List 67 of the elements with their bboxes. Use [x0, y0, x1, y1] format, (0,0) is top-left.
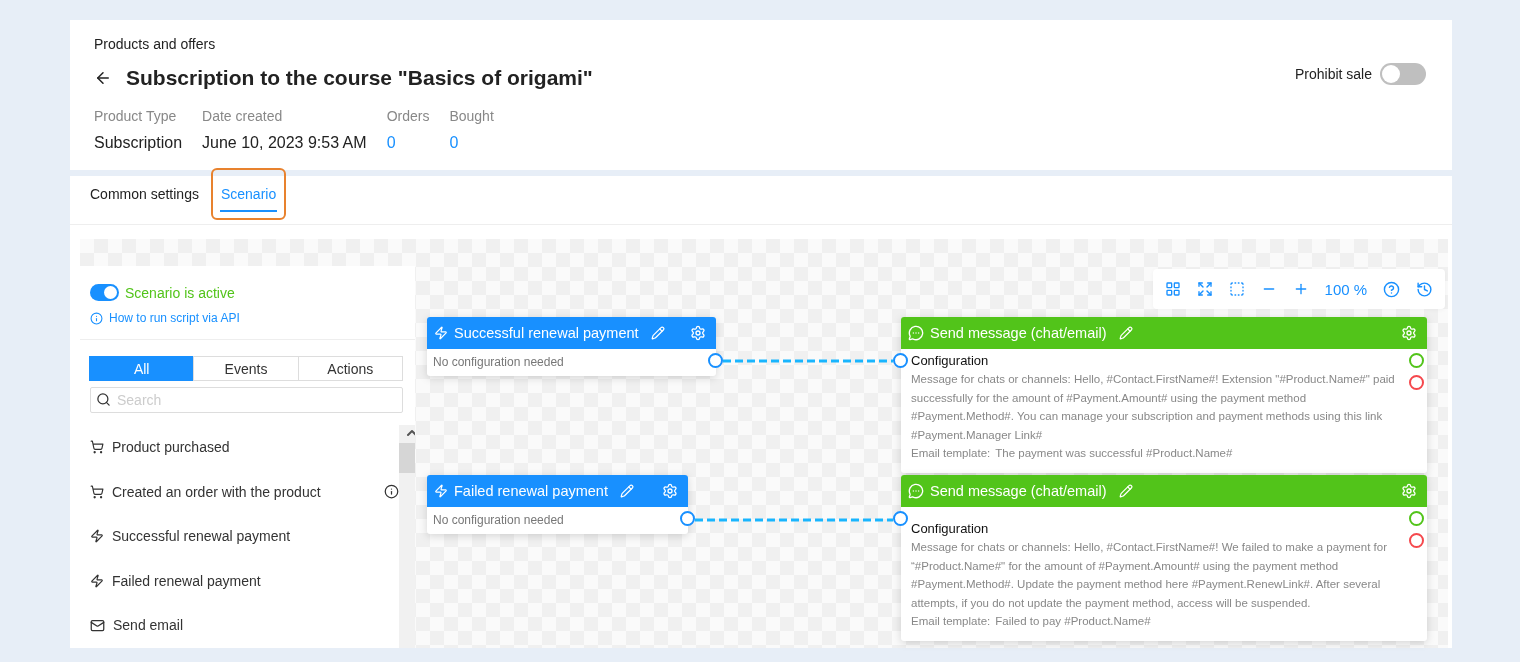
breadcrumb[interactable]: Products and offers [94, 36, 1428, 52]
action-node[interactable] [901, 475, 1427, 641]
configuration-label: Configuration [911, 353, 990, 368]
edit-icon[interactable] [619, 484, 634, 498]
email-template-value: The payment was successful #Product.Name# [995, 446, 1233, 461]
message-text: Message for chats or channels: Hello, #Contact.FirstName#! Extension "#Product.Name#" paid successfully for the amount of #Payment.Amount# using the payment method #Payment.Method#. You can manage your subscription and payment methods using this link #Payment.Manager Link# [911, 372, 1396, 443]
history-icon[interactable] [1415, 280, 1433, 298]
meta-label: Bought [449, 108, 494, 124]
meta-label: Date created [202, 108, 284, 124]
event-node[interactable]: Failed renewal payment No configuration needed [427, 475, 688, 534]
prohibit-sale-label: Prohibit sale [1294, 66, 1372, 82]
success-port[interactable] [1409, 353, 1424, 368]
tab[interactable]: Common settings [80, 168, 209, 220]
node-note: No configuration needed [433, 354, 565, 371]
palette-item[interactable]: Successful renewal payment [112, 528, 376, 545]
lightning-icon [434, 326, 448, 340]
palette-item[interactable]: Failed renewal payment [112, 572, 376, 589]
info-icon [90, 311, 103, 325]
edit-icon[interactable] [650, 326, 665, 340]
meta-value: Subscription [94, 134, 183, 152]
failure-port[interactable] [1409, 533, 1424, 548]
email-template-label: Email template: [911, 446, 991, 461]
email-template-label: Email template: [911, 614, 991, 629]
node-title: Successful renewal payment [454, 325, 639, 341]
meta-value: June 10, 2023 9:53 AM [202, 134, 367, 152]
settings-icon[interactable] [1401, 325, 1417, 341]
node-title: Failed renewal payment [454, 483, 608, 499]
chat-icon [908, 483, 924, 499]
configuration-label: Configuration [911, 521, 990, 536]
scenario-toggle[interactable] [90, 284, 119, 301]
grid-icon[interactable] [1164, 281, 1181, 297]
palette-item[interactable]: Send email [113, 617, 377, 634]
edit-icon[interactable] [1118, 484, 1133, 498]
meta-label: Product Type [94, 108, 178, 124]
action-node[interactable] [901, 317, 1427, 473]
scenario-status: Scenario is active [125, 284, 235, 301]
node-title: Send message (chat/email) [930, 325, 1107, 341]
success-port[interactable] [1409, 511, 1424, 526]
node-note: No configuration needed [433, 512, 565, 529]
settings-icon[interactable] [690, 325, 706, 341]
cart-icon [90, 440, 104, 455]
palette-item[interactable]: Created an order with the product [112, 483, 376, 500]
filter-tab[interactable]: Events [193, 356, 299, 381]
settings-icon[interactable] [662, 483, 678, 499]
lightning-icon [90, 573, 104, 588]
failure-port[interactable] [1409, 375, 1424, 390]
event-node[interactable]: Successful renewal payment No configuration needed [427, 317, 716, 376]
email-template-value: Failed to pay #Product.Name# [995, 614, 1151, 629]
palette-item[interactable]: Product purchased [112, 439, 376, 456]
node-title: Send message (chat/email) [930, 483, 1107, 499]
message-text: Message for chats or channels: Hello, #Contact.FirstName#! We failed to make a payment for “#Product.Name#" for the amount of #Payment.Amount# using the payment method #Payment.Method#. Update the payment method here #Payment.RenewLink#. After several attempts, if you do not update the payment method, access will be suspended. [911, 540, 1388, 611]
expand-icon[interactable] [1196, 281, 1213, 297]
settings-icon[interactable] [1401, 483, 1417, 499]
info-icon[interactable] [384, 484, 399, 500]
search-icon [96, 392, 111, 407]
lightning-icon [434, 484, 448, 498]
filter-tab[interactable]: Actions [297, 356, 403, 381]
page-title: Subscription to the course "Basics of origami" [126, 66, 594, 90]
help-icon[interactable] [1383, 280, 1401, 298]
edit-icon[interactable] [1118, 326, 1133, 340]
meta-label: Orders [386, 108, 430, 124]
mail-icon [90, 617, 105, 633]
lightning-icon [90, 529, 104, 544]
prohibit-sale-toggle[interactable] [1380, 63, 1426, 85]
fit-icon[interactable] [1228, 281, 1245, 297]
chat-icon [908, 325, 924, 341]
cart-icon [90, 484, 104, 499]
